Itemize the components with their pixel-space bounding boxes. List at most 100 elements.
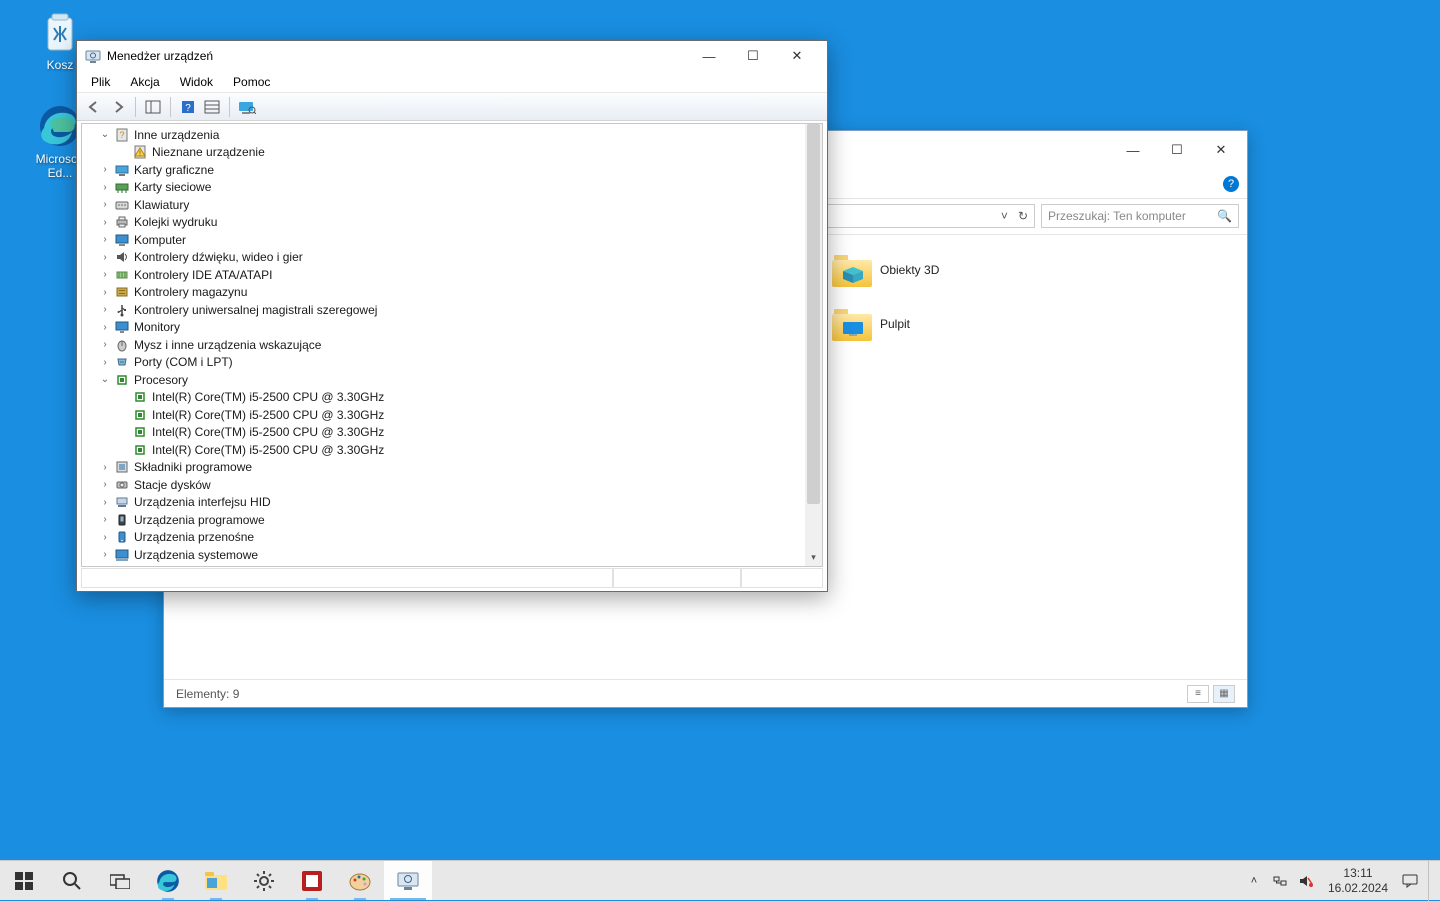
tree-node-cpu-core[interactable]: Intel(R) Core(TM) i5-2500 CPU @ 3.30GHz	[86, 441, 801, 459]
tray-clock[interactable]: 13:11 16.02.2024	[1324, 866, 1392, 895]
tree-node-mice[interactable]: Mysz i inne urządzenia wskazujące	[86, 336, 801, 354]
device-tree[interactable]: ?Inne urządzenia !Nieznane urządzenie Ka…	[82, 124, 805, 566]
system-tray: ˄ 13:11 16.02.2024	[1240, 861, 1440, 900]
search-button[interactable]	[48, 861, 96, 900]
taskbar-app-edge[interactable]	[144, 861, 192, 900]
details-view-button[interactable]: ≡	[1187, 685, 1209, 703]
folder-icon	[832, 307, 872, 341]
search-input[interactable]: Przeszukaj: Ten komputer 🔍	[1041, 204, 1239, 228]
tree-label: Kontrolery dźwięku, wideo i gier	[134, 250, 303, 264]
tree-node-storage-controllers[interactable]: Kontrolery magazynu	[86, 284, 801, 302]
tree-label: Klawiatury	[134, 198, 189, 212]
tree-node-portable-devices[interactable]: Urządzenia przenośne	[86, 529, 801, 547]
tree-label: Urządzenia systemowe	[134, 548, 258, 562]
taskbar-app-red[interactable]	[288, 861, 336, 900]
tree-node-hid[interactable]: Urządzenia interfejsu HID	[86, 494, 801, 512]
tree-label: Urządzenia przenośne	[134, 530, 254, 544]
tree-label: Intel(R) Core(TM) i5-2500 CPU @ 3.30GHz	[152, 443, 384, 457]
tray-volume-icon[interactable]	[1298, 873, 1314, 889]
tree-node-usb-controllers[interactable]: Kontrolery uniwersalnej magistrali szere…	[86, 301, 801, 319]
help-icon[interactable]: ?	[1223, 176, 1239, 192]
software-component-icon	[114, 459, 130, 475]
tree-label: Intel(R) Core(TM) i5-2500 CPU @ 3.30GHz	[152, 390, 384, 404]
search-icon: 🔍	[1217, 209, 1232, 223]
window-title: Menedżer urządzeń	[107, 49, 213, 63]
refresh-icon[interactable]: ↻	[1018, 209, 1028, 223]
maximize-button[interactable]: ☐	[731, 42, 775, 70]
taskbar-app-paint[interactable]	[336, 861, 384, 900]
chevron-down-icon[interactable]: ˅	[1001, 209, 1008, 223]
tree-node-ide-controllers[interactable]: Kontrolery IDE ATA/ATAPI	[86, 266, 801, 284]
tree-node-cpu-core[interactable]: Intel(R) Core(TM) i5-2500 CPU @ 3.30GHz	[86, 406, 801, 424]
tree-label: Kontrolery magazynu	[134, 285, 247, 299]
properties-button[interactable]	[201, 96, 223, 118]
tree-node-computer[interactable]: Komputer	[86, 231, 801, 249]
tree-label: Procesory	[134, 373, 188, 387]
tree-label: Urządzenia programowe	[134, 513, 265, 527]
taskbar-app-settings[interactable]	[240, 861, 288, 900]
scan-hardware-button[interactable]	[236, 96, 258, 118]
tray-notifications-icon[interactable]	[1402, 873, 1418, 889]
desktop-icon-label: Kosz	[47, 58, 74, 72]
tree-node-monitors[interactable]: Monitory	[86, 319, 801, 337]
show-desktop-button[interactable]	[1428, 861, 1434, 901]
tree-label: Kontrolery IDE ATA/ATAPI	[134, 268, 273, 282]
scrollbar[interactable]: ▾	[805, 124, 822, 566]
menu-help[interactable]: Pomoc	[225, 73, 278, 91]
tree-node-software-components[interactable]: Składniki programowe	[86, 459, 801, 477]
tree-node-unknown-device[interactable]: !Nieznane urządzenie	[86, 144, 801, 162]
forward-button[interactable]	[107, 96, 129, 118]
cpu-icon	[132, 407, 148, 423]
minimize-button[interactable]: —	[1111, 135, 1155, 165]
keyboard-icon	[114, 197, 130, 213]
port-icon	[114, 354, 130, 370]
tree-node-display-adapters[interactable]: Karty graficzne	[86, 161, 801, 179]
menu-bar: Plik Akcja Widok Pomoc	[77, 71, 827, 93]
maximize-button[interactable]: ☐	[1155, 135, 1199, 165]
start-button[interactable]	[0, 861, 48, 900]
tree-node-ports[interactable]: Porty (COM i LPT)	[86, 354, 801, 372]
back-button[interactable]	[83, 96, 105, 118]
explorer-item-obiekty3d[interactable]: Obiekty 3D	[832, 253, 939, 287]
tree-node-sound-controllers[interactable]: Kontrolery dźwięku, wideo i gier	[86, 249, 801, 267]
minimize-button[interactable]: —	[687, 42, 731, 70]
tree-label: Kolejki wydruku	[134, 215, 217, 229]
taskbar-app-explorer[interactable]	[192, 861, 240, 900]
tree-node-cpu-core[interactable]: Intel(R) Core(TM) i5-2500 CPU @ 3.30GHz	[86, 389, 801, 407]
menu-action[interactable]: Akcja	[122, 73, 167, 91]
close-button[interactable]: ✕	[775, 42, 819, 70]
other-devices-icon: ?	[114, 127, 130, 143]
scrollbar-thumb[interactable]	[807, 124, 820, 504]
hid-icon	[114, 494, 130, 510]
explorer-item-pulpit[interactable]: Pulpit	[832, 307, 910, 341]
usb-icon	[114, 302, 130, 318]
taskbar-app-devmgr[interactable]	[384, 861, 432, 900]
show-hide-tree-button[interactable]	[142, 96, 164, 118]
tray-network-icon[interactable]	[1272, 873, 1288, 889]
tree-node-system-devices[interactable]: Urządzenia systemowe	[86, 546, 801, 564]
menu-view[interactable]: Widok	[172, 73, 221, 91]
computer-icon	[114, 232, 130, 248]
svg-text:!: !	[139, 151, 141, 158]
tree-node-software-devices[interactable]: Urządzenia programowe	[86, 511, 801, 529]
tree-label: Monitory	[134, 320, 180, 334]
explorer-item-label: Obiekty 3D	[880, 263, 939, 277]
mouse-icon	[114, 337, 130, 353]
menu-file[interactable]: Plik	[83, 73, 118, 91]
task-view-button[interactable]	[96, 861, 144, 900]
tree-node-other-devices[interactable]: ?Inne urządzenia	[86, 126, 801, 144]
tree-node-network-adapters[interactable]: Karty sieciowe	[86, 179, 801, 197]
scroll-down-icon[interactable]: ▾	[805, 549, 822, 566]
close-button[interactable]: ✕	[1199, 135, 1243, 165]
display-adapter-icon	[114, 162, 130, 178]
tree-node-print-queues[interactable]: Kolejki wydruku	[86, 214, 801, 232]
tree-node-keyboards[interactable]: Klawiatury	[86, 196, 801, 214]
help-button[interactable]: ?	[177, 96, 199, 118]
tree-node-processors[interactable]: Procesory	[86, 371, 801, 389]
tree-label: Intel(R) Core(TM) i5-2500 CPU @ 3.30GHz	[152, 408, 384, 422]
tree-node-disk-drives[interactable]: Stacje dysków	[86, 476, 801, 494]
tray-overflow-icon[interactable]: ˄	[1246, 873, 1262, 889]
icons-view-button[interactable]: ▦	[1213, 685, 1235, 703]
cpu-icon	[132, 389, 148, 405]
tree-node-cpu-core[interactable]: Intel(R) Core(TM) i5-2500 CPU @ 3.30GHz	[86, 424, 801, 442]
